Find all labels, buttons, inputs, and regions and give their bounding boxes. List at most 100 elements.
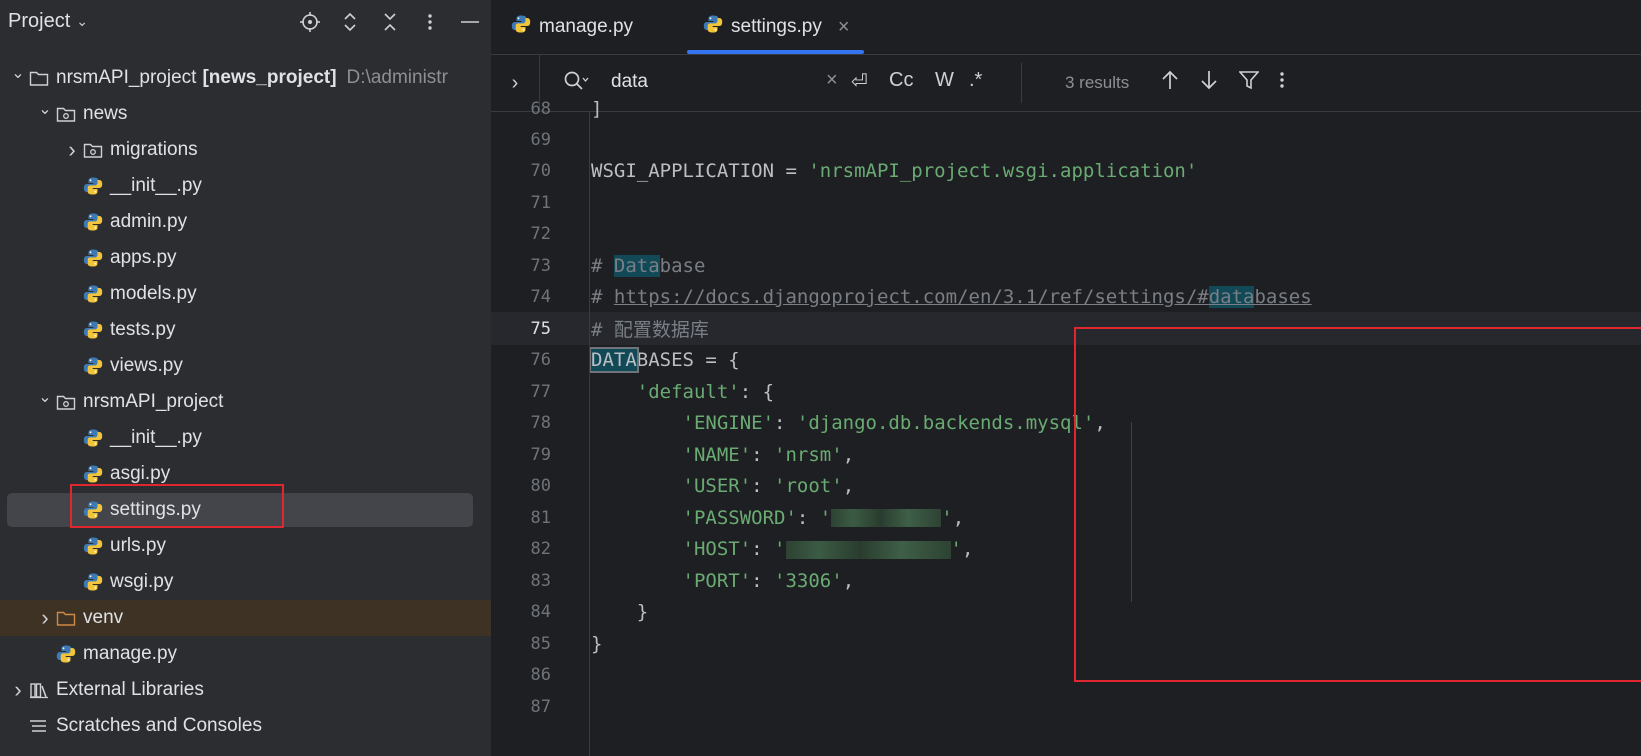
python-file-icon [82, 535, 104, 557]
code-token: Data [613, 254, 660, 277]
chevron-down-icon[interactable]: ⌄ [35, 387, 55, 407]
tree-item[interactable]: views.py [0, 348, 491, 384]
code-line: 73 # Database [491, 249, 1641, 282]
expand-all-icon[interactable] [339, 8, 361, 36]
tree-item[interactable]: › venv [0, 600, 491, 636]
line-number: 81 [530, 507, 551, 528]
code-token: , [842, 443, 855, 466]
line-number: 75 [530, 318, 551, 339]
minimize-icon[interactable] [459, 8, 481, 36]
newline-option-icon[interactable]: ⏎ [851, 69, 868, 94]
code-token: 'nrsm' [774, 443, 843, 466]
code-line: 87 [491, 690, 1641, 723]
search-results-count: 3 results [1065, 73, 1130, 92]
close-tab-icon[interactable]: × [838, 16, 850, 39]
code-line: 71 [491, 186, 1641, 219]
chevron-down-icon[interactable]: ⌄ [8, 63, 28, 83]
clear-search-icon[interactable]: × [826, 69, 838, 92]
python-file-icon [82, 355, 104, 377]
python-file-icon [82, 247, 104, 269]
package-folder-icon [82, 139, 104, 161]
code-text: ] [591, 97, 603, 120]
match-case-option[interactable]: Cc [889, 69, 913, 92]
tree-item[interactable]: ⌄ nrsmAPI_project [news_project] D:\adminis… [0, 60, 491, 96]
tree-item-label: wsgi.py [110, 571, 174, 592]
line-number: 87 [530, 696, 551, 717]
code-token: '3306' [774, 569, 843, 592]
python-file-icon [82, 571, 104, 593]
code-line: 69 [491, 123, 1641, 156]
tab-manage-py[interactable]: manage.py [511, 0, 633, 54]
project-title: Project [8, 10, 71, 32]
code-text: 'default': { [591, 381, 774, 403]
line-number: 74 [530, 287, 551, 307]
code-token: 'USER' [682, 475, 752, 497]
tree-item-label: manage.py [83, 643, 178, 664]
tree-item[interactable]: Scratches and Consoles [0, 708, 491, 744]
chevron-right-icon[interactable]: › [8, 677, 28, 703]
code-line: 68] [491, 92, 1641, 125]
code-text: 'PASSWORD': ' ', [591, 506, 965, 529]
collapse-all-icon[interactable] [379, 8, 401, 36]
code-line: 70 WSGI_APPLICATION = 'nrsmAPI_project.ws… [491, 155, 1641, 188]
tree-item[interactable]: tests.py [0, 312, 491, 348]
code-text: WSGI_APPLICATION = 'nrsmAPI_project.wsgi… [591, 160, 1197, 182]
code-token: 'PASSWORD' [682, 506, 797, 529]
highlight-box-databases [1074, 327, 1641, 682]
line-number: 86 [530, 665, 551, 685]
code-token: DATA [589, 347, 639, 373]
locate-icon[interactable] [299, 8, 321, 36]
code-text: # 配置数据库 [591, 315, 709, 342]
more-options-icon[interactable] [419, 8, 441, 36]
code-token: # [591, 286, 614, 308]
code-token: BASES = { [636, 349, 740, 371]
project-view-selector[interactable]: Project ⌄ [8, 10, 88, 33]
package-folder-icon [55, 103, 77, 125]
tree-item[interactable]: models.py [0, 276, 491, 312]
project-panel: Project ⌄ ⌄ nrsmAPI_project [news_project]… [0, 0, 491, 756]
tree-item[interactable]: __init__.py [0, 420, 491, 456]
code-token: 'root' [774, 475, 843, 497]
tree-item-label: venv [83, 607, 124, 628]
code-token: : [751, 569, 775, 592]
chevron-down-icon[interactable]: ⌄ [35, 99, 55, 119]
search-input[interactable]: data [611, 71, 648, 93]
python-file-icon [82, 463, 104, 485]
code-text: } [591, 601, 648, 623]
code-token: bases [1254, 286, 1312, 308]
code-token: } [591, 601, 649, 623]
tab-settings-py[interactable]: settings.py × [687, 0, 864, 54]
chevron-right-icon[interactable]: › [62, 137, 82, 163]
tab-label: settings.py [731, 16, 822, 37]
editor-area: manage.py settings.py × › data × ⏎ Cc W … [491, 0, 1641, 756]
code-text: # Database [591, 254, 705, 277]
tree-item[interactable]: manage.py [0, 636, 491, 672]
code-text: 'PORT': '3306', [591, 569, 855, 592]
python-file-icon [82, 427, 104, 449]
tree-item[interactable]: apps.py [0, 240, 491, 276]
code-token: : [796, 506, 820, 529]
library-icon [28, 679, 50, 701]
code-text: 'NAME': 'nrsm', [591, 443, 855, 466]
tree-item[interactable]: › External Libraries [0, 672, 491, 708]
tree-item-label: views.py [110, 355, 183, 376]
tree-item-label: nrsmAPI_project [83, 391, 224, 412]
tree-item[interactable]: › migrations [0, 132, 491, 168]
regex-option[interactable]: .* [969, 69, 982, 92]
tree-item[interactable]: urls.py [0, 528, 491, 564]
tree-item-label: asgi.py [110, 463, 171, 484]
tree-item[interactable]: wsgi.py [0, 564, 491, 600]
whole-words-option[interactable]: W [935, 69, 954, 92]
tree-item[interactable]: ⌄ news [0, 96, 491, 132]
redacted-value [831, 509, 942, 527]
tree-item[interactable]: ⌄ nrsmAPI_project [0, 384, 491, 420]
tree-item[interactable]: __init__.py [0, 168, 491, 204]
chevron-right-icon[interactable]: › [35, 605, 55, 631]
code-text: DATABASES = { [589, 347, 740, 373]
line-number: 83 [530, 570, 551, 591]
editor-tabs: manage.py settings.py × [491, 0, 1641, 55]
code-token: , [952, 506, 965, 529]
tree-item[interactable]: admin.py [0, 204, 491, 240]
code-line: 72 [491, 218, 1641, 251]
